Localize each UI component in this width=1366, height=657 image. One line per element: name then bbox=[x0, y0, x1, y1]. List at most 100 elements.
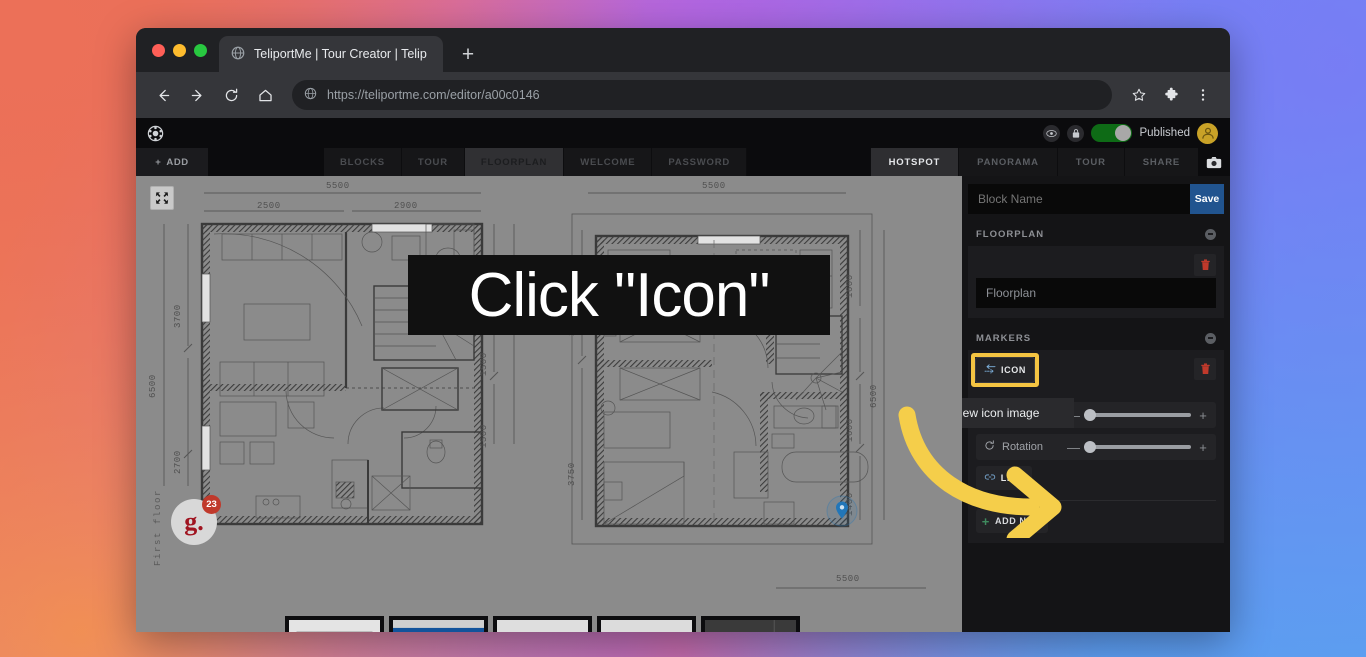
dim-right-outer: 6500 bbox=[869, 384, 879, 408]
close-window-button[interactable] bbox=[152, 43, 165, 57]
map-pin-icon[interactable] bbox=[826, 495, 858, 527]
dim-left-outer: 6500 bbox=[148, 374, 158, 398]
floorplan-canvas[interactable]: First floor 5500 2500 2900 6500 3700 270… bbox=[136, 176, 962, 632]
block-name-row: Save bbox=[968, 184, 1224, 214]
dim-left-top-total: 5500 bbox=[326, 181, 350, 191]
rotation-increase-button[interactable]: + bbox=[1198, 440, 1208, 455]
toolbar-spacer-right bbox=[747, 148, 870, 176]
browser-tab-title: TeliportMe | Tour Creator | Telip bbox=[254, 47, 427, 61]
instruction-overlay: Click "Icon" bbox=[408, 255, 830, 335]
sheet-title: First floor bbox=[153, 489, 163, 566]
markers-section-header[interactable]: MARKERS bbox=[968, 326, 1224, 350]
avatar[interactable] bbox=[1197, 122, 1218, 144]
tab-share[interactable]: SHARE bbox=[1123, 148, 1198, 176]
back-button[interactable] bbox=[148, 80, 178, 110]
thumbnail-item[interactable]: Plano 2 bbox=[389, 616, 488, 632]
new-tab-button[interactable]: + bbox=[453, 39, 483, 69]
dim-right-mid: 1600 bbox=[845, 418, 855, 442]
center-tabs: BLOCKS TOUR FLOORPLAN WELCOME PASSWORD bbox=[324, 148, 748, 176]
browser-window: TeliportMe | Tour Creator | Telip + http… bbox=[136, 28, 1230, 632]
eye-icon[interactable] bbox=[1043, 124, 1061, 142]
delete-floorplan-button[interactable] bbox=[1194, 254, 1216, 276]
floorplan-section-header[interactable]: FLOORPLAN bbox=[968, 222, 1224, 246]
dim-right-bottom-total: 5500 bbox=[836, 574, 860, 584]
app-header-actions: Published bbox=[1043, 122, 1224, 144]
swap-arrows-icon bbox=[984, 364, 996, 376]
tab-blocks-label: BLOCKS bbox=[340, 156, 385, 168]
forward-button[interactable] bbox=[182, 80, 212, 110]
tab-tour-right[interactable]: TOUR bbox=[1056, 148, 1124, 176]
block-name-input[interactable] bbox=[968, 184, 1190, 214]
menu-icon[interactable] bbox=[1188, 80, 1218, 110]
thumbnail-item[interactable]: AIRBNB bbox=[285, 616, 384, 632]
dim-left-right-bottom: 1500 bbox=[479, 424, 489, 448]
thumbnail-preview bbox=[393, 620, 484, 632]
rotation-slider-track[interactable] bbox=[1084, 441, 1191, 453]
add-button[interactable]: + ADD bbox=[136, 148, 208, 176]
toolbar-spacer-left bbox=[208, 148, 324, 176]
add-button-label: ADD bbox=[166, 156, 189, 168]
star-icon[interactable] bbox=[1124, 80, 1154, 110]
floorplan-section: Floorplan bbox=[968, 246, 1224, 318]
publish-toggle[interactable] bbox=[1091, 124, 1133, 142]
thumbnail-item[interactable]: Plano 3 bbox=[493, 616, 592, 632]
camera-icon[interactable] bbox=[1198, 148, 1230, 176]
browser-toolbar: https://teliportme.com/editor/a00c0146 bbox=[136, 72, 1230, 118]
window-controls[interactable] bbox=[148, 28, 219, 72]
dim-right-left-inner-bottom: 3750 bbox=[567, 462, 577, 486]
reload-button[interactable] bbox=[216, 80, 246, 110]
extensions-icon[interactable] bbox=[1156, 80, 1186, 110]
delete-marker-button[interactable] bbox=[1194, 358, 1216, 380]
browser-tabstrip: TeliportMe | Tour Creator | Telip + bbox=[136, 28, 1230, 72]
save-button[interactable]: Save bbox=[1190, 184, 1224, 214]
minimize-window-button[interactable] bbox=[173, 43, 186, 57]
publish-state-label: Published bbox=[1139, 127, 1190, 139]
icon-button-highlight: ICON bbox=[971, 353, 1039, 387]
floorplan-section-title: FLOORPLAN bbox=[976, 228, 1045, 240]
floorplan-drawing: First floor bbox=[153, 192, 926, 589]
home-button[interactable] bbox=[250, 80, 280, 110]
address-bar-url: https://teliportme.com/editor/a00c0146 bbox=[327, 88, 540, 102]
tab-blocks[interactable]: BLOCKS bbox=[324, 148, 402, 176]
add-new-thumbnail-button[interactable]: + Add New bbox=[701, 616, 800, 632]
dim-left-top-left: 2500 bbox=[257, 201, 281, 211]
minus-circle-icon[interactable] bbox=[1205, 332, 1216, 344]
plus-icon: + bbox=[155, 156, 162, 168]
tab-floorplan-label: FLOORPLAN bbox=[480, 156, 548, 168]
address-bar[interactable]: https://teliportme.com/editor/a00c0146 bbox=[292, 80, 1112, 110]
tab-share-label: SHARE bbox=[1142, 156, 1180, 168]
tab-tour-label: TOUR bbox=[417, 156, 448, 168]
annotation-arrow bbox=[891, 403, 1071, 548]
maximize-window-button[interactable] bbox=[194, 43, 207, 57]
thumbnail-preview bbox=[289, 620, 380, 632]
teliportme-logo-icon[interactable] bbox=[147, 125, 164, 142]
floorplan-name-field[interactable]: Floorplan bbox=[976, 278, 1216, 308]
icon-button[interactable]: ICON bbox=[975, 357, 1035, 383]
dim-left-inner-bottom: 2700 bbox=[173, 450, 183, 474]
tab-panorama[interactable]: PANORAMA bbox=[958, 148, 1057, 176]
tab-floorplan[interactable]: FLOORPLAN bbox=[464, 148, 565, 176]
floorplan-name-value: Floorplan bbox=[986, 286, 1037, 300]
browser-tab[interactable]: TeliportMe | Tour Creator | Telip bbox=[219, 36, 443, 72]
lock-icon[interactable] bbox=[1067, 124, 1085, 142]
tab-welcome[interactable]: WELCOME bbox=[564, 148, 653, 176]
browser-end-buttons bbox=[1124, 80, 1218, 110]
dim-left-top-right: 2900 bbox=[394, 201, 418, 211]
dim-left-inner-top: 3700 bbox=[173, 304, 183, 328]
thumbnail-preview bbox=[497, 620, 588, 632]
thumbnail-item[interactable]: Floorplan bbox=[597, 616, 696, 632]
icon-button-label: ICON bbox=[1001, 365, 1026, 375]
tab-hotspot[interactable]: HOTSPOT bbox=[869, 148, 959, 176]
logo-badge-count: 23 bbox=[202, 495, 221, 514]
tab-tour-right-label: TOUR bbox=[1075, 156, 1106, 168]
tab-password[interactable]: PASSWORD bbox=[652, 148, 748, 176]
minus-circle-icon[interactable] bbox=[1205, 228, 1216, 240]
logo-badge-text: g. bbox=[184, 507, 204, 536]
app-toolbar: + ADD BLOCKS TOUR FLOORPLAN WELCOME PASS… bbox=[136, 148, 1230, 176]
markers-section-title: MARKERS bbox=[976, 332, 1032, 344]
tab-hotspot-label: HOTSPOT bbox=[888, 156, 941, 168]
site-info-icon bbox=[304, 87, 317, 103]
size-increase-button[interactable]: + bbox=[1198, 408, 1208, 423]
size-slider-track[interactable] bbox=[1084, 409, 1191, 421]
tab-tour[interactable]: TOUR bbox=[401, 148, 465, 176]
